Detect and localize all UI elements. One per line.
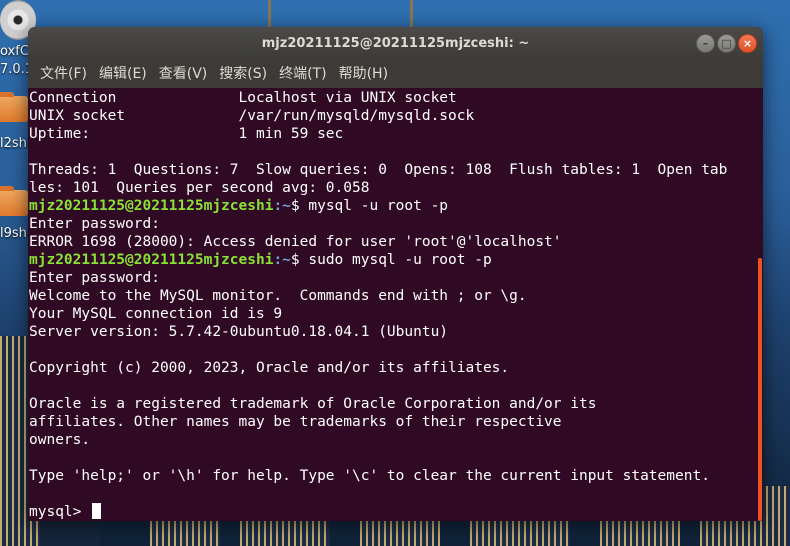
text-cursor <box>92 503 102 519</box>
terminal-line: Enter password: <box>29 270 160 286</box>
menu-search[interactable]: 搜索(S) <box>213 60 273 88</box>
terminal-line: Type 'help;' or '\h' for help. Type '\c'… <box>29 468 710 484</box>
terminal-line: Your MySQL connection id is 9 <box>29 306 283 322</box>
window-controls: – □ × <box>696 34 757 53</box>
terminal-prompt-line: mjz20211125@20211125mjzceshi:~$ sudo mys… <box>29 251 756 269</box>
terminal-line: Connection Localhost via UNIX socket <box>29 90 457 106</box>
desktop-icon-label[interactable]: l2shi <box>0 136 30 151</box>
mysql-prompt: mysql> <box>29 504 91 520</box>
menu-help[interactable]: 帮助(H) <box>333 60 394 88</box>
menu-file[interactable]: 文件(F) <box>34 60 93 88</box>
terminal-line: affiliates. Other names may be trademark… <box>29 414 562 430</box>
menu-edit[interactable]: 编辑(E) <box>93 60 153 88</box>
window-title: mjz20211125@20211125mjzceshi: ~ <box>261 36 530 51</box>
terminal-prompt-line: mjz20211125@20211125mjzceshi:~$ mysql -u… <box>29 197 756 215</box>
prompt-path: :~ <box>273 252 291 268</box>
folder-icon <box>0 186 28 216</box>
terminal-line: Copyright (c) 2000, 2023, Oracle and/or … <box>29 360 510 376</box>
terminal-line: Enter password: <box>29 216 160 232</box>
terminal-line: Threads: 1 Questions: 7 Slow queries: 0 … <box>29 162 728 178</box>
terminal-line: Server version: 5.7.42-0ubuntu0.18.04.1 … <box>29 324 449 340</box>
terminal-line: les: 101 Queries per second avg: 0.058 <box>29 180 370 196</box>
terminal-line: Welcome to the MySQL monitor. Commands e… <box>29 288 527 304</box>
minimize-button[interactable]: – <box>696 34 715 53</box>
terminal-window: mjz20211125@20211125mjzceshi: ~ – □ × 文件… <box>28 27 763 521</box>
prompt-command: $ sudo mysql -u root -p <box>290 252 492 268</box>
menu-view[interactable]: 查看(V) <box>153 60 214 88</box>
terminal-output[interactable]: Connection Localhost via UNIX socket UNIX… <box>28 88 756 521</box>
prompt-command: $ mysql -u root -p <box>290 198 449 214</box>
window-titlebar[interactable]: mjz20211125@20211125mjzceshi: ~ – □ × <box>28 27 763 60</box>
terminal-line: Oracle is a registered trademark of Orac… <box>29 396 597 412</box>
terminal-scrollbar[interactable] <box>756 88 763 521</box>
desktop-icon-label[interactable]: 7.0.1 <box>0 62 30 77</box>
terminal-line: Uptime: 1 min 59 sec <box>29 126 344 142</box>
prompt-path: :~ <box>273 198 291 214</box>
scrollbar-thumb[interactable] <box>758 258 762 521</box>
prompt-user-host: mjz20211125@20211125mjzceshi <box>29 198 274 214</box>
terminal-line: owners. <box>29 432 91 448</box>
menu-terminal[interactable]: 终端(T) <box>273 60 332 88</box>
terminal-line: UNIX socket /var/run/mysqld/mysqld.sock <box>29 108 475 124</box>
terminal-line: ERROR 1698 (28000): Access denied for us… <box>29 234 562 250</box>
mysql-input-line[interactable]: mysql> <box>29 503 756 521</box>
menu-bar: 文件(F) 编辑(E) 查看(V) 搜索(S) 终端(T) 帮助(H) <box>28 60 763 88</box>
desktop-icon-label[interactable]: oxfC <box>0 44 30 59</box>
prompt-user-host: mjz20211125@20211125mjzceshi <box>29 252 274 268</box>
desktop-icon-label[interactable]: l9shi <box>0 226 30 241</box>
maximize-button[interactable]: □ <box>717 34 736 53</box>
folder-icon <box>0 92 28 122</box>
close-button[interactable]: × <box>738 34 757 53</box>
